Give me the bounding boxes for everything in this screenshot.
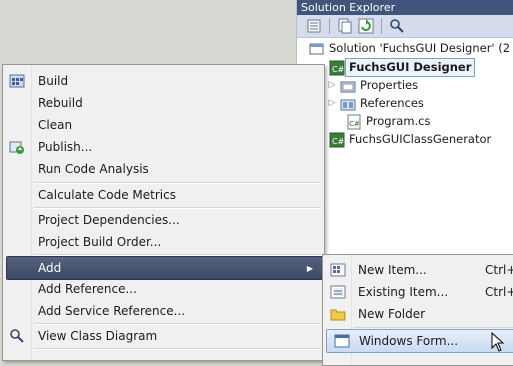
- windows-form-icon: [333, 332, 351, 350]
- properties-folder-icon: [340, 78, 356, 94]
- menu-item-label: Add: [38, 261, 62, 275]
- menu-item-project-dependencies[interactable]: Project Dependencies...: [3, 209, 324, 231]
- tree-node-program[interactable]: C# Program.cs: [346, 113, 431, 130]
- menu-item-label: New Folder: [358, 307, 426, 321]
- references-folder-icon: [340, 96, 356, 112]
- svg-text:C#: C#: [349, 120, 360, 128]
- class-diagram-icon[interactable]: [388, 17, 406, 35]
- tree-node-label: References: [360, 96, 424, 110]
- tree-node-label: FuchsGUIClassGenerator: [349, 132, 492, 146]
- shortcut-label: Ctrl+: [485, 263, 513, 277]
- tree-node-project2[interactable]: C# FuchsGUIClassGenerator: [329, 131, 491, 148]
- menu-item-label: Existing Item...: [358, 285, 449, 299]
- tree-node-label: Program.cs: [366, 114, 431, 128]
- existing-item-icon: [329, 283, 347, 301]
- class-diagram-icon: [8, 327, 26, 345]
- menu-separator: [354, 327, 513, 328]
- menu-item-label: New Item...: [358, 263, 427, 277]
- svg-text:C#: C#: [332, 65, 345, 74]
- expand-arrow-icon[interactable]: ▷: [327, 77, 337, 94]
- menu-item-view-class-diagram[interactable]: View Class Diagram: [3, 325, 324, 347]
- show-all-files-icon[interactable]: [336, 17, 354, 35]
- shortcut-label: Ctrl+: [485, 285, 513, 299]
- tree-node-label: Properties: [360, 78, 419, 92]
- menu-item-add-reference[interactable]: Add Reference...: [3, 278, 324, 300]
- csharp-project-icon: C#: [329, 132, 345, 148]
- project-context-menu: Build Rebuild Clean Publish... Run Code …: [2, 64, 325, 361]
- svg-text:C#: C#: [332, 137, 345, 146]
- menu-item-label: Windows Form...: [359, 334, 459, 348]
- menu-item-calculate-code-metrics[interactable]: Calculate Code Metrics: [3, 184, 324, 206]
- submenu-item-new-folder[interactable]: New Folder: [323, 303, 513, 325]
- menu-item-label: Calculate Code Metrics: [38, 188, 176, 202]
- menu-item-label: Project Dependencies...: [38, 213, 180, 227]
- properties-icon[interactable]: [305, 17, 323, 35]
- menu-item-add[interactable]: Add ▶: [6, 256, 323, 280]
- submenu-item-existing-item[interactable]: Existing Item... Ctrl+: [323, 281, 513, 303]
- menu-item-rebuild[interactable]: Rebuild: [3, 92, 324, 114]
- csharp-file-icon: C#: [346, 114, 362, 130]
- toolbar-separator: [329, 18, 330, 34]
- menu-item-label: Rebuild: [38, 96, 83, 110]
- tree-node-project-selected[interactable]: C# FuchsGUI Designer: [329, 58, 476, 77]
- publish-icon: [8, 138, 26, 156]
- menu-item-label: Build: [38, 74, 69, 88]
- solution-icon: [309, 41, 325, 57]
- menu-item-add-service-reference[interactable]: Add Service Reference...: [3, 300, 324, 322]
- refresh-icon[interactable]: [357, 17, 375, 35]
- mouse-cursor-icon: [491, 332, 505, 352]
- tree-node-label: Solution 'FuchsGUI Designer' (2 p: [329, 41, 513, 55]
- build-icon: [8, 72, 26, 90]
- tree-node-label: FuchsGUI Designer: [345, 58, 476, 77]
- toolbar-separator: [381, 18, 382, 34]
- csharp-project-icon: C#: [329, 60, 345, 76]
- submenu-item-windows-form[interactable]: Windows Form...: [326, 329, 513, 353]
- new-item-icon: [329, 261, 347, 279]
- submenu-arrow-icon: ▶: [306, 263, 313, 273]
- menu-item-run-code-analysis[interactable]: Run Code Analysis: [3, 158, 324, 180]
- menu-item-label: Run Code Analysis: [38, 162, 149, 176]
- tree-node-properties[interactable]: ▷ Properties: [327, 77, 418, 94]
- menu-separator: [34, 348, 321, 350]
- menu-item-label: View Class Diagram: [38, 329, 158, 343]
- menu-item-label: Clean: [38, 118, 73, 132]
- tree-node-references[interactable]: ▷ References: [327, 95, 424, 112]
- folder-icon: [329, 305, 347, 323]
- menu-item-build[interactable]: Build: [3, 70, 324, 92]
- tree-node-solution[interactable]: Solution 'FuchsGUI Designer' (2 p: [309, 40, 513, 57]
- solution-explorer-title: Solution Explorer: [297, 0, 513, 15]
- solution-explorer-toolbar: [297, 15, 513, 38]
- menu-item-label: Publish...: [38, 140, 93, 154]
- menu-item-publish[interactable]: Publish...: [3, 136, 324, 158]
- menu-item-label: Project Build Order...: [38, 235, 162, 249]
- menu-item-label: Add Service Reference...: [38, 304, 186, 318]
- add-submenu: New Item... Ctrl+ Existing Item... Ctrl+…: [322, 254, 513, 366]
- menu-item-label: Add Reference...: [38, 282, 137, 296]
- expand-arrow-icon[interactable]: ▷: [327, 95, 337, 112]
- menu-item-project-build-order[interactable]: Project Build Order...: [3, 231, 324, 253]
- submenu-item-new-item[interactable]: New Item... Ctrl+: [323, 259, 513, 281]
- menu-item-clean[interactable]: Clean: [3, 114, 324, 136]
